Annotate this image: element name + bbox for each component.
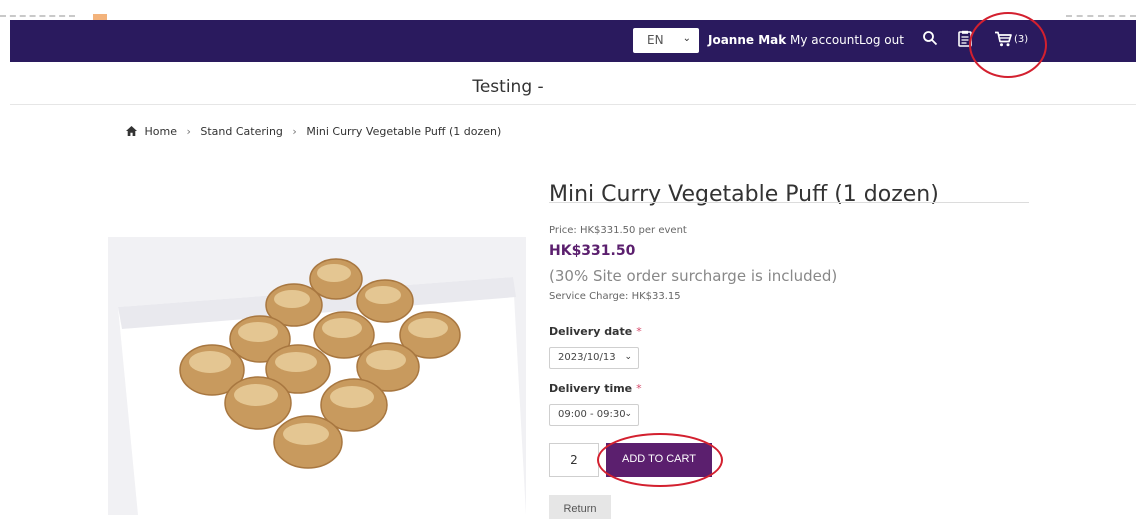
annotation-circle-cart (969, 12, 1047, 78)
header-divider (10, 104, 1136, 105)
user-name[interactable]: Joanne Mak (708, 33, 786, 47)
chevron-right-icon: › (292, 125, 297, 138)
language-select[interactable]: EN ⌄ (633, 28, 699, 53)
delivery-time-value: 09:00 - 09:30 (558, 409, 626, 420)
site-title: Testing - (0, 77, 1136, 97)
quantity-input[interactable]: 2 (549, 443, 599, 477)
chevron-down-icon: ⌄ (624, 352, 632, 362)
decorative-dash-right (1066, 15, 1136, 17)
price-per-event: Price: HK$331.50 per event (549, 225, 687, 236)
decorative-dash-left (0, 15, 75, 17)
product-image (108, 237, 526, 515)
delivery-date-label: Delivery date * (549, 325, 642, 338)
product-price: HK$331.50 (549, 243, 636, 259)
delivery-date-select[interactable]: 2023/10/13 ⌄ (549, 347, 639, 369)
search-icon[interactable] (922, 30, 938, 50)
home-icon[interactable] (126, 126, 137, 139)
delivery-time-label: Delivery time * (549, 382, 642, 395)
service-charge: Service Charge: HK$33.15 (549, 291, 681, 302)
delivery-date-label-text: Delivery date (549, 325, 633, 338)
breadcrumb-category[interactable]: Stand Catering (200, 125, 283, 138)
return-button[interactable]: Return (549, 495, 611, 519)
chevron-down-icon: ⌄ (624, 409, 632, 419)
delivery-time-select[interactable]: 09:00 - 09:30 ⌄ (549, 404, 639, 426)
my-account-link[interactable]: My account (790, 33, 859, 47)
delivery-date-value: 2023/10/13 (558, 352, 616, 363)
breadcrumb-current: Mini Curry Vegetable Puff (1 dozen) (306, 125, 502, 138)
language-value: EN (647, 33, 664, 47)
required-mark: * (636, 325, 642, 338)
chevron-right-icon: › (186, 125, 191, 138)
top-navigation-bar: EN ⌄ Joanne Mak My account Log out (3) (10, 20, 1136, 62)
breadcrumb: Home › Stand Catering › Mini Curry Veget… (126, 125, 501, 139)
surcharge-note: (30% Site order surcharge is included) (549, 267, 838, 285)
breadcrumb-home[interactable]: Home (145, 125, 177, 138)
logout-link[interactable]: Log out (859, 33, 904, 47)
annotation-circle-add-to-cart (597, 433, 723, 487)
site-title-text: Testing - (472, 77, 544, 97)
chevron-down-icon: ⌄ (682, 33, 691, 44)
required-mark: * (636, 382, 642, 395)
title-divider (549, 202, 1029, 203)
delivery-time-label-text: Delivery time (549, 382, 633, 395)
